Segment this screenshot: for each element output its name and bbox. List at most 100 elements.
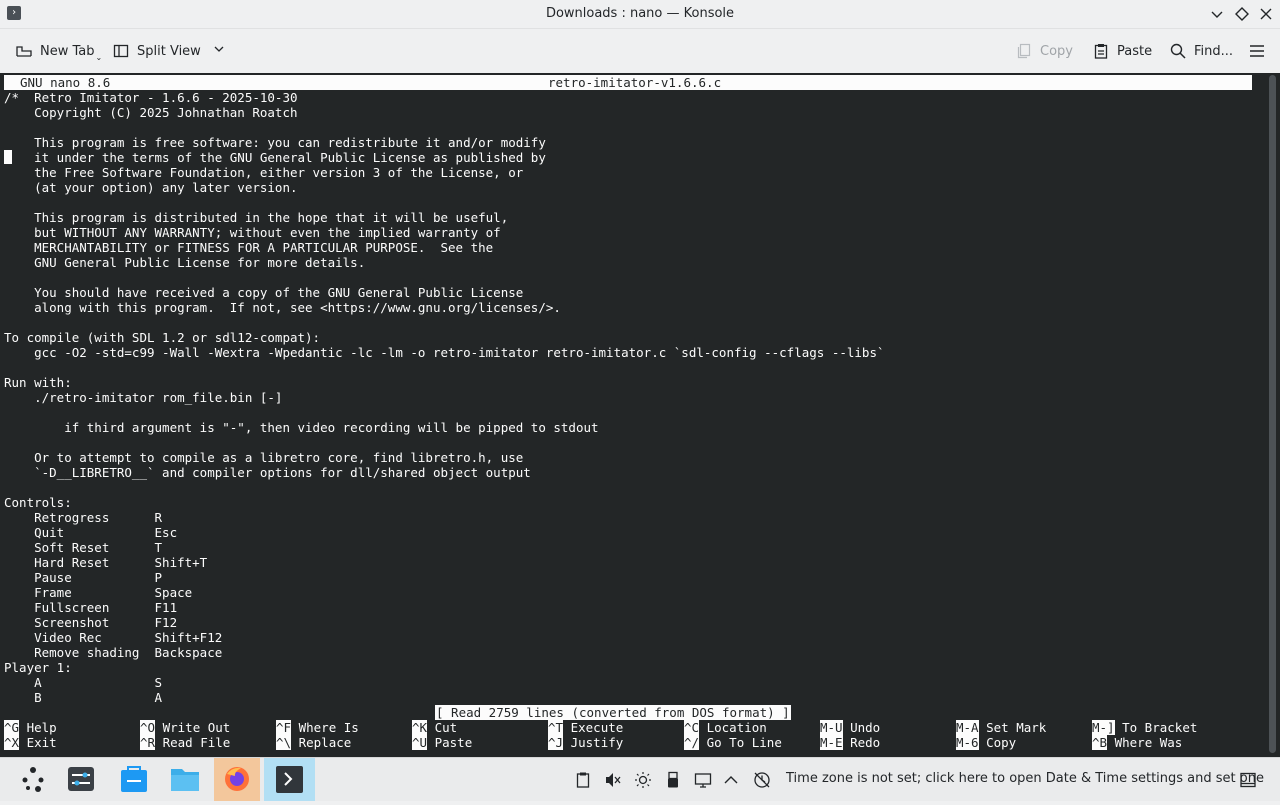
chevron-down-icon[interactable]	[213, 43, 225, 59]
new-tab-button[interactable]: New Tab ⌄	[16, 36, 102, 66]
editor-line: MERCHANTABILITY or FITNESS FOR A PARTICU…	[4, 240, 494, 255]
discover-store-icon[interactable]	[111, 758, 157, 801]
shortcut-key: ^B	[1092, 735, 1108, 750]
shortcut-key: ^R	[140, 735, 156, 750]
shortcut-label: Go To Line	[706, 735, 782, 750]
find-label: Find...	[1194, 43, 1234, 59]
shortcut-item: M-U Undo	[820, 720, 880, 735]
split-view-button[interactable]: Split View	[113, 36, 225, 66]
editor-line: Or to attempt to compile as a libretro c…	[4, 450, 524, 465]
file-manager-icon[interactable]	[162, 758, 208, 801]
maximize-icon[interactable]	[1233, 5, 1251, 23]
shortcut-label: Where Was	[1114, 735, 1183, 750]
scrollbar[interactable]	[1264, 73, 1280, 757]
search-icon	[1170, 43, 1186, 59]
editor-line: /* Retro Imitator - 1.6.6 - 2025-10-30	[4, 90, 298, 105]
application-launcher-icon[interactable]	[10, 758, 56, 801]
shortcut-item: ^K Cut	[412, 720, 457, 735]
volume-muted-icon[interactable]	[604, 771, 622, 789]
shortcut-key: M-]	[1092, 720, 1115, 735]
editor-line: (at your option) any later version.	[4, 180, 298, 195]
copy-icon	[1016, 43, 1032, 59]
shortcut-key: ^T	[548, 720, 564, 735]
shortcut-key: ^/	[684, 735, 700, 750]
editor-line: gcc -O2 -std=c99 -Wall -Wextra -Wpedanti…	[4, 345, 885, 360]
editor-line: Fullscreen F11	[4, 600, 178, 615]
shortcut-item: ^F Where Is	[276, 720, 359, 735]
display-configuration-icon[interactable]	[694, 771, 712, 789]
editor-line: but WITHOUT ANY WARRANTY; without even t…	[4, 225, 501, 240]
shortcut-key: ^F	[276, 720, 292, 735]
hamburger-menu-icon[interactable]	[1249, 36, 1265, 66]
shortcut-label: To Bracket	[1122, 720, 1198, 735]
terminal-view[interactable]: GNU nano 8.6 retro-imitator-v1.6.6.c /* …	[0, 73, 1280, 757]
system-settings-icon[interactable]	[58, 758, 104, 801]
shortcut-item: ^R Read File	[140, 735, 230, 750]
toolbar: New Tab ⌄ Split View Copy Paste Find...	[0, 29, 1280, 73]
scrollbar-thumb[interactable]	[1269, 75, 1276, 753]
editor-line: Player 1:	[4, 660, 72, 675]
shortcut-key: M-6	[956, 735, 979, 750]
editor-line: Pause P	[4, 570, 163, 585]
close-icon[interactable]	[1257, 5, 1275, 23]
shortcut-item: M-] To Bracket	[1092, 720, 1197, 735]
shortcut-item: ^J Justify	[548, 735, 623, 750]
shortcut-item: ^O Write Out	[140, 720, 230, 735]
shortcut-label: Read File	[162, 735, 231, 750]
shortcut-key: M-A	[956, 720, 979, 735]
shortcut-item: ^X Exit	[4, 735, 57, 750]
shortcut-key: ^\	[276, 735, 292, 750]
minimize-icon[interactable]	[1208, 5, 1226, 23]
shortcut-label: Location	[706, 720, 767, 735]
show-desktop-icon[interactable]	[1239, 771, 1257, 789]
editor-line: Run with:	[4, 375, 72, 390]
nano-filename: retro-imitator-v1.6.6.c	[548, 75, 722, 90]
editor-line: Hard Reset Shift+T	[4, 555, 208, 570]
shortcut-item: ^\ Replace	[276, 735, 351, 750]
editor-line: Screenshot F12	[4, 615, 178, 630]
shortcut-label: Replace	[298, 735, 352, 750]
shortcut-item: ^B Where Was	[1092, 735, 1182, 750]
editor-line: GNU General Public License for more deta…	[4, 255, 366, 270]
new-tab-icon	[16, 43, 32, 59]
split-view-label: Split View	[137, 43, 201, 59]
clipboard-icon[interactable]	[574, 771, 592, 789]
shortcut-item: M-A Set Mark	[956, 720, 1046, 735]
shortcut-item: ^/ Go To Line	[684, 735, 782, 750]
shortcut-label: Exit	[26, 735, 57, 750]
shortcut-label: Undo	[850, 720, 881, 735]
editor-line: Retrogress R	[4, 510, 163, 525]
paste-button[interactable]: Paste	[1093, 36, 1152, 66]
editor-line: `-D__LIBRETRO__` and compiler options fo…	[4, 465, 531, 480]
shortcut-key: ^K	[412, 720, 428, 735]
editor-line: B A	[4, 690, 163, 705]
brightness-icon[interactable]	[634, 771, 652, 789]
clock-warning-icon[interactable]	[753, 771, 771, 789]
usb-device-icon[interactable]	[664, 771, 682, 789]
shortcut-label: Write Out	[162, 720, 231, 735]
timezone-notice[interactable]: Time zone is not set; click here to open…	[786, 771, 1264, 786]
text-cursor	[4, 150, 12, 164]
shortcut-item: M-6 Copy	[956, 735, 1016, 750]
shortcut-key: ^C	[684, 720, 700, 735]
editor-line: You should have received a copy of the G…	[4, 285, 524, 300]
editor-line: Soft Reset T	[4, 540, 163, 555]
copy-button[interactable]: Copy	[1016, 36, 1073, 66]
chevron-up-icon[interactable]	[722, 771, 740, 789]
konsole-task-icon[interactable]	[264, 758, 315, 801]
shortcut-label: Justify	[570, 735, 624, 750]
paste-label: Paste	[1117, 43, 1153, 59]
firefox-icon[interactable]	[214, 758, 260, 801]
editor-line: A S	[4, 675, 163, 690]
window-title: Downloads : nano — Konsole	[545, 6, 735, 21]
shortcut-key: ^U	[412, 735, 428, 750]
shortcut-key: M-E	[820, 735, 843, 750]
shortcut-key: ^X	[4, 735, 20, 750]
find-button[interactable]: Find...	[1170, 36, 1233, 66]
shortcut-label: Help	[26, 720, 57, 735]
title-bar: › Downloads : nano — Konsole	[0, 0, 1280, 29]
editor-line: Controls:	[4, 495, 72, 510]
editor-line: the Free Software Foundation, either ver…	[4, 165, 524, 180]
shortcut-label: Execute	[570, 720, 624, 735]
split-view-icon	[113, 43, 129, 59]
